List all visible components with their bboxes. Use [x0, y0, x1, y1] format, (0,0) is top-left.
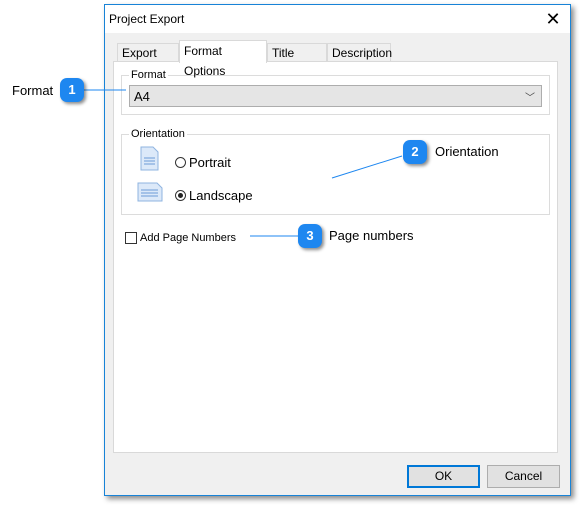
callout-label-orientation: Orientation	[435, 144, 499, 159]
callout-badge-3: 3	[298, 224, 322, 248]
callout-lines	[84, 89, 403, 237]
callout-label-format: Format	[12, 83, 54, 98]
callout-label-page-numbers: Page numbers	[329, 228, 414, 243]
callout-badge-2: 2	[403, 140, 427, 164]
callout-line-2	[331, 155, 403, 179]
callout-badge-1: 1	[60, 78, 84, 102]
